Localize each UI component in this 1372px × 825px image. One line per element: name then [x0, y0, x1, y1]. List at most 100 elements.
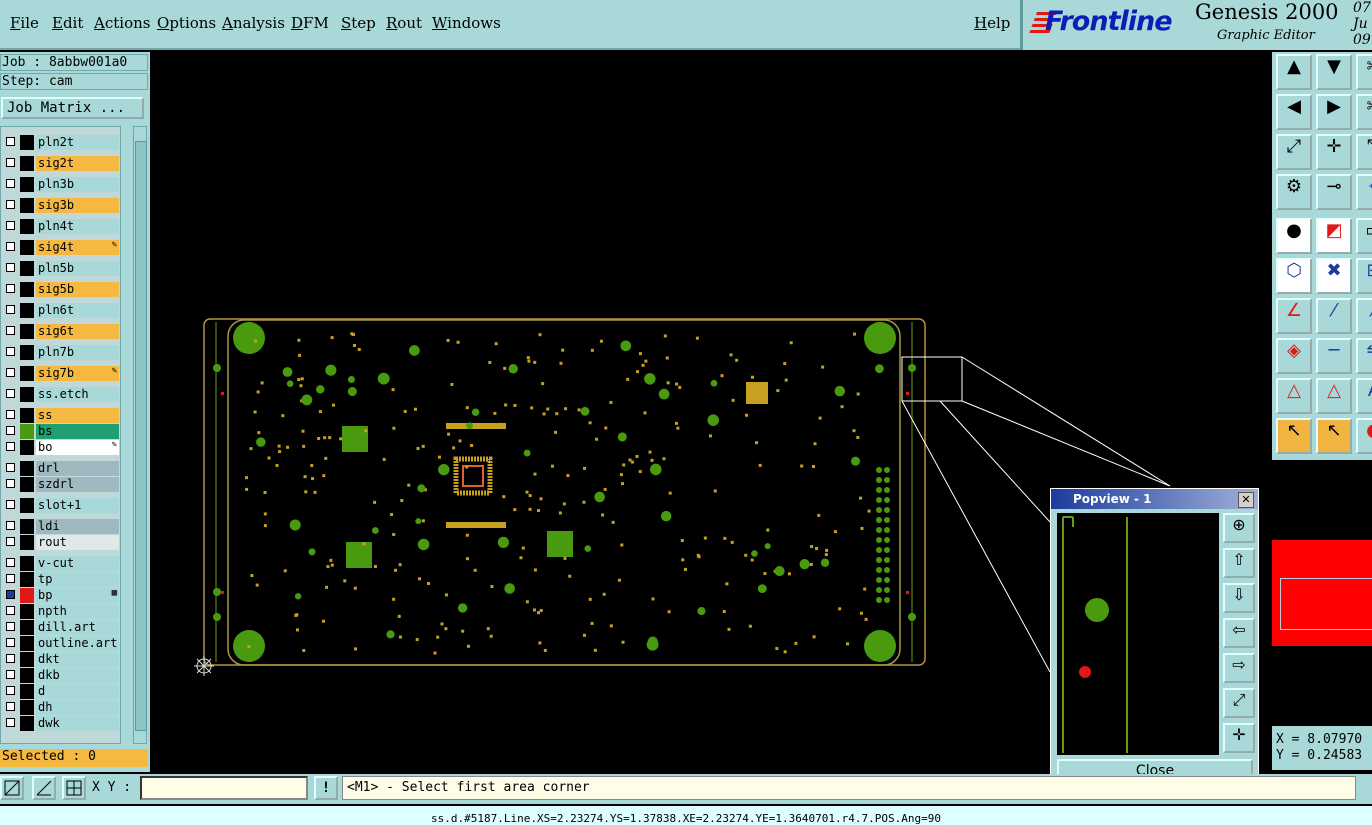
menu-edit[interactable]: Edit [52, 14, 83, 32]
layer-color-swatch[interactable] [20, 282, 34, 297]
layer-name[interactable]: pln5b [36, 261, 119, 276]
layer-name[interactable]: dkb [36, 668, 119, 683]
pv-down-button[interactable]: ⇩ [1223, 583, 1255, 613]
layer-color-swatch[interactable] [20, 668, 34, 683]
layer-checkbox[interactable] [6, 686, 15, 695]
pv-left-button[interactable]: ⇦ [1223, 618, 1255, 648]
layer-color-swatch[interactable] [20, 477, 34, 492]
pv-center-button[interactable]: ✛ [1223, 723, 1255, 753]
grid-button[interactable] [62, 776, 86, 800]
layer-checkbox[interactable] [6, 221, 15, 230]
menu-rout[interactable]: Rout [386, 14, 422, 32]
layer-row-sig7b[interactable]: sig7b ✎ [2, 366, 119, 381]
pv-up-button[interactable]: ⇧ [1223, 548, 1255, 578]
layer-name[interactable]: ss [36, 408, 119, 423]
layer-list-scrollbar[interactable] [133, 126, 147, 744]
layer-checkbox[interactable] [6, 410, 15, 419]
layer-checkbox[interactable] [6, 389, 15, 398]
tool-pad-button[interactable]: ● [1276, 218, 1312, 254]
layer-checkbox[interactable] [6, 179, 15, 188]
layer-color-swatch[interactable] [20, 387, 34, 402]
layer-color-swatch[interactable] [20, 620, 34, 635]
tool-select-button[interactable]: ◐ [1356, 418, 1372, 454]
layer-name[interactable]: sig4t [36, 240, 119, 255]
layer-color-swatch[interactable] [20, 303, 34, 318]
layer-color-swatch[interactable] [20, 366, 34, 381]
layer-checkbox[interactable] [6, 670, 15, 679]
layer-row-dh[interactable]: dh [2, 700, 119, 715]
pv-right-button[interactable]: ⇨ [1223, 653, 1255, 683]
layer-checkbox[interactable] [6, 158, 15, 167]
layer-checkbox[interactable] [6, 500, 15, 509]
layer-checkbox[interactable] [6, 537, 15, 546]
tool-move-left-button[interactable]: ◀ [1276, 94, 1312, 130]
layer-color-swatch[interactable] [20, 556, 34, 571]
tool-pointer2-button[interactable]: ↖ [1316, 418, 1352, 454]
layer-name[interactable]: dill.art [36, 620, 119, 635]
warning-button[interactable]: ! [314, 776, 338, 800]
layer-row-dill-art[interactable]: dill.art [2, 620, 119, 635]
layer-name[interactable]: sig5b [36, 282, 119, 297]
tool-draw2-button[interactable]: ⁄ [1356, 298, 1372, 334]
layer-row-bp[interactable]: bp ▦ [2, 588, 119, 603]
layer-row-pln2t[interactable]: pln2t [2, 135, 119, 150]
tool-cut-button[interactable]: ✂ [1356, 54, 1372, 90]
layer-checkbox[interactable] [6, 590, 15, 599]
menu-help[interactable]: Help [974, 14, 1010, 32]
tool-arc-button[interactable]: A [1356, 378, 1372, 414]
layer-color-swatch[interactable] [20, 716, 34, 731]
tool-line-button[interactable]: ◩ [1316, 218, 1352, 254]
layer-checkbox[interactable] [6, 442, 15, 451]
popview-title[interactable]: Popview - 1 [1051, 489, 1258, 509]
layer-color-swatch[interactable] [20, 424, 34, 439]
layer-row-sig5b[interactable]: sig5b [2, 282, 119, 297]
layer-color-swatch[interactable] [20, 498, 34, 513]
layer-color-swatch[interactable] [20, 461, 34, 476]
layer-row-pln4t[interactable]: pln4t [2, 219, 119, 234]
layer-row-sig3b[interactable]: sig3b [2, 198, 119, 213]
layer-row-d[interactable]: d [2, 684, 119, 699]
layer-name[interactable]: pln7b [36, 345, 119, 360]
layer-color-swatch[interactable] [20, 261, 34, 276]
tool-zoom-button[interactable]: ⤡ [1356, 134, 1372, 170]
tool-pointer-button[interactable]: ↖ [1276, 418, 1312, 454]
layer-color-swatch[interactable] [20, 219, 34, 234]
layer-checkbox[interactable] [6, 702, 15, 711]
popview-canvas[interactable] [1057, 513, 1219, 755]
menu-actions[interactable]: Actions [94, 14, 150, 32]
layer-color-swatch[interactable] [20, 156, 34, 171]
layer-name[interactable]: pln2t [36, 135, 119, 150]
menu-dfm[interactable]: DFM [291, 14, 329, 32]
tool-cross-button[interactable]: ─ [1316, 338, 1352, 374]
layer-color-swatch[interactable] [20, 324, 34, 339]
layer-row-sig4t[interactable]: sig4t ✎ [2, 240, 119, 255]
layer-name[interactable]: drl [36, 461, 119, 476]
layer-checkbox[interactable] [6, 242, 15, 251]
layer-name[interactable]: dwk [36, 716, 119, 731]
layer-color-swatch[interactable] [20, 636, 34, 651]
job-matrix-button[interactable]: Job Matrix ... [1, 97, 144, 119]
layer-checkbox[interactable] [6, 606, 15, 615]
layer-name[interactable]: pln6t [36, 303, 119, 318]
layer-name[interactable]: d [36, 684, 119, 699]
layer-name[interactable]: npth [36, 604, 119, 619]
layer-row-dkb[interactable]: dkb [2, 668, 119, 683]
tool-flip-button[interactable]: ⇋ [1356, 338, 1372, 374]
tool-draw-button[interactable]: ⁄ [1316, 298, 1352, 334]
layer-name[interactable]: sig7b [36, 366, 119, 381]
layer-row-ldi[interactable]: ldi [2, 519, 119, 534]
xy-input[interactable] [140, 776, 308, 800]
tool-cut2-button[interactable]: ✂ [1356, 94, 1372, 130]
tool-route-button[interactable]: ⌖ [1356, 174, 1372, 210]
tool-fit-button[interactable]: ⤢ [1276, 134, 1312, 170]
layer-checkbox[interactable] [6, 200, 15, 209]
layer-name[interactable]: ss.etch [36, 387, 119, 402]
tool-polygon-button[interactable]: ◈ [1276, 338, 1312, 374]
layer-color-swatch[interactable] [20, 572, 34, 587]
layer-checkbox[interactable] [6, 479, 15, 488]
layer-checkbox[interactable] [6, 558, 15, 567]
tool-move-right-button[interactable]: ▶ [1316, 94, 1352, 130]
tool-triangle2-button[interactable]: △ [1316, 378, 1352, 414]
layer-checkbox[interactable] [6, 305, 15, 314]
zoom-area-button[interactable] [0, 776, 24, 800]
